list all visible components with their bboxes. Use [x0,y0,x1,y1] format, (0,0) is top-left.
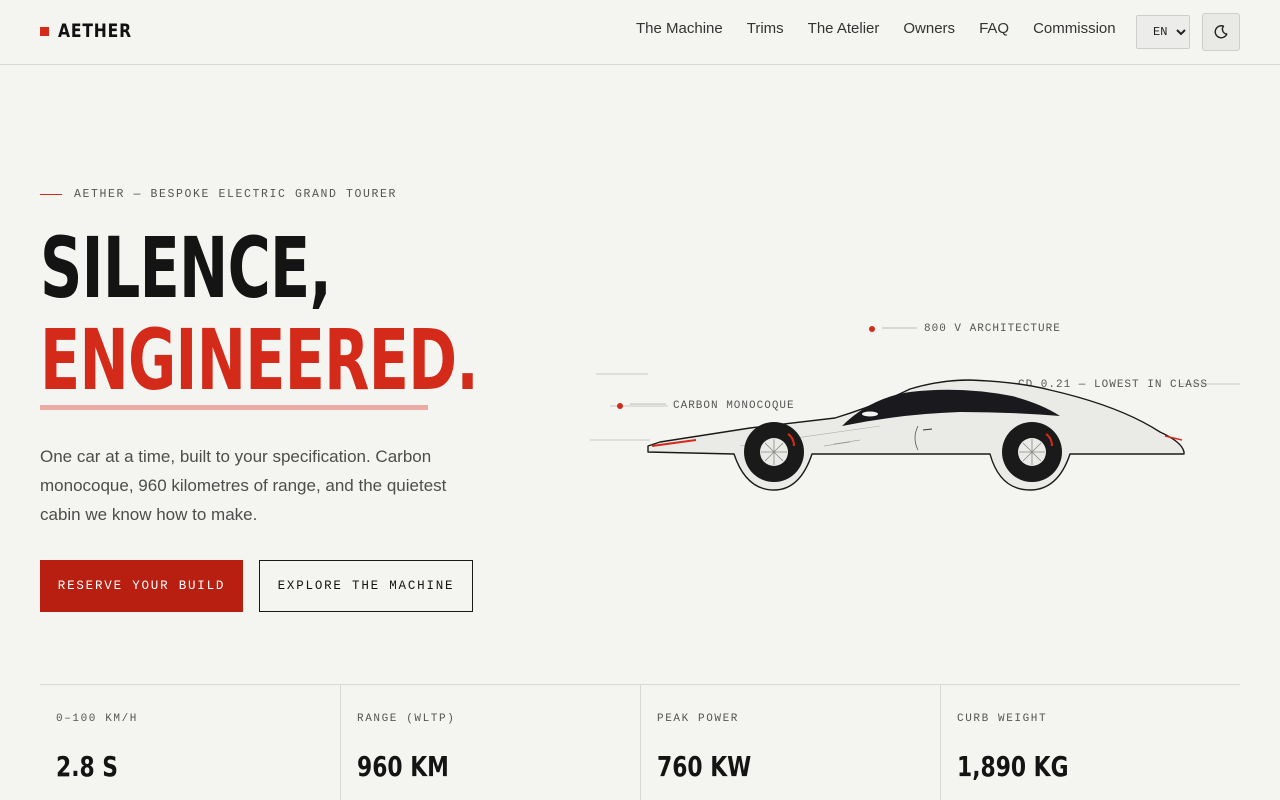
theme-toggle-button[interactable] [1202,13,1240,51]
stat-range: RANGE (WLTP) 960 KM [340,685,640,800]
explore-machine-button[interactable]: EXPLORE THE MACHINE [259,560,473,612]
stat-value: 2.8 S [56,750,119,783]
language-select[interactable]: EN [1136,15,1190,49]
reserve-build-button[interactable]: RESERVE YOUR BUILD [40,560,243,612]
brand-name: AETHER [58,20,132,42]
eyebrow-text: AETHER — BESPOKE ELECTRIC GRAND TOURER [74,188,398,201]
eyebrow-rule [40,194,62,195]
callout-architecture: 800 V ARCHITECTURE [869,323,1061,335]
moon-icon [1214,25,1228,39]
hero-headline: SILENCE, ENGINEERED. [40,219,479,409]
logo-square-icon [40,26,49,36]
main-nav: The Machine Trims The Atelier Owners FAQ… [636,20,1116,37]
stat-acceleration: 0–100 KM/H 2.8 S [40,685,340,800]
stat-label: 0–100 KM/H [56,713,139,725]
headline-line-1: SILENCE, [40,219,332,317]
rear-wheel-icon [744,422,804,482]
car-illustration: 800 V ARCHITECTURE CD 0.21 — LOWEST IN C… [580,300,1260,520]
hero-eyebrow: AETHER — BESPOKE ELECTRIC GRAND TOURER [40,188,397,201]
headline-line-2: ENGINEERED. [40,311,479,409]
stat-label: CURB WEIGHT [957,713,1048,725]
nav-item-owners[interactable]: Owners [903,20,955,37]
callout-chassis-label: CARBON MONOCOQUE [673,400,795,412]
stat-weight: CURB WEIGHT 1,890 KG [940,685,1240,800]
stat-value: 1,890 KG [957,750,1069,783]
stat-label: RANGE (WLTP) [357,713,456,725]
front-wheel-icon [1002,422,1062,482]
hero-lead: One car at a time, built to your specifi… [40,447,447,524]
stat-value: 960 KM [357,750,449,783]
nav-item-the-atelier[interactable]: The Atelier [808,20,880,37]
nav-item-commission[interactable]: Commission [1033,20,1116,37]
spec-stats: 0–100 KM/H 2.8 S RANGE (WLTP) 960 KM PEA… [40,684,1240,800]
headline-underline [40,405,428,410]
car-body [647,379,1185,491]
nav-item-faq[interactable]: FAQ [979,20,1009,37]
stat-label: PEAK POWER [657,713,740,725]
callout-architecture-label: 800 V ARCHITECTURE [924,323,1061,335]
site-header: AETHER The Machine Trims The Atelier Own… [0,0,1280,65]
brand-logo[interactable]: AETHER [40,18,148,44]
stat-value: 760 KW [657,750,752,783]
nav-item-the-machine[interactable]: The Machine [636,20,723,37]
stat-power: PEAK POWER 760 KW [640,685,940,800]
nav-item-trims[interactable]: Trims [747,20,784,37]
